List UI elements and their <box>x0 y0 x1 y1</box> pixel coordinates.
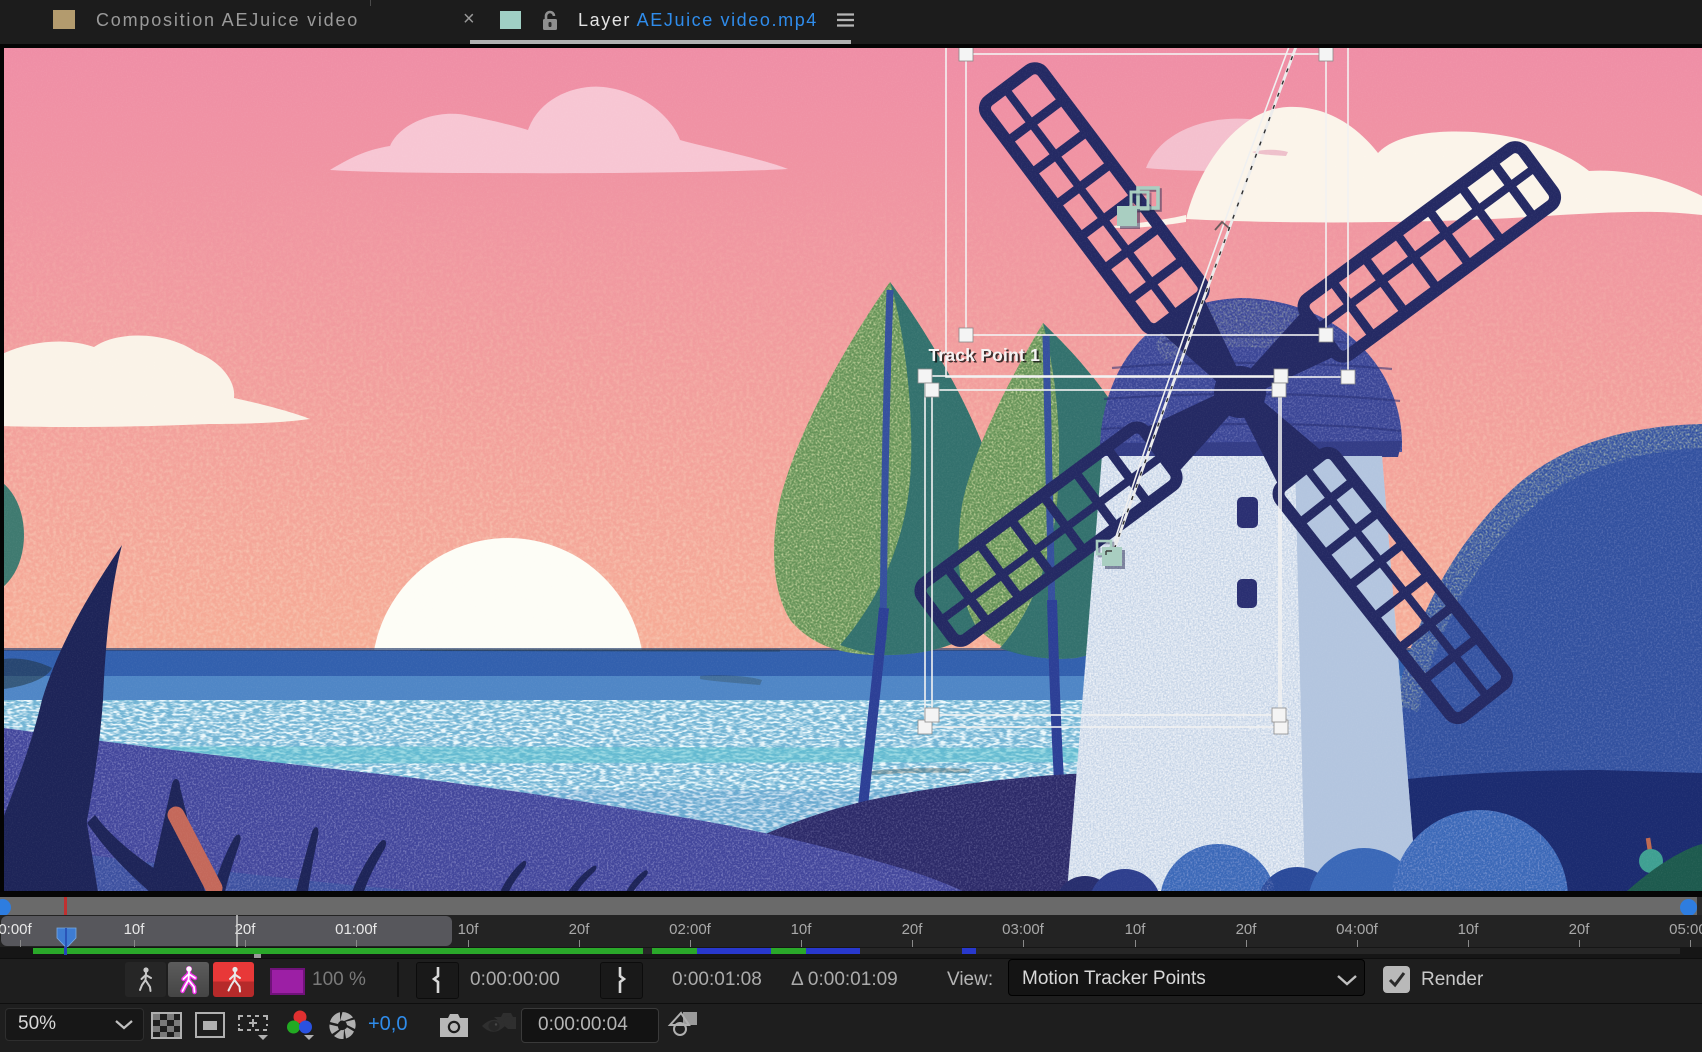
svg-text:Track Point 1: Track Point 1 <box>929 345 1041 365</box>
